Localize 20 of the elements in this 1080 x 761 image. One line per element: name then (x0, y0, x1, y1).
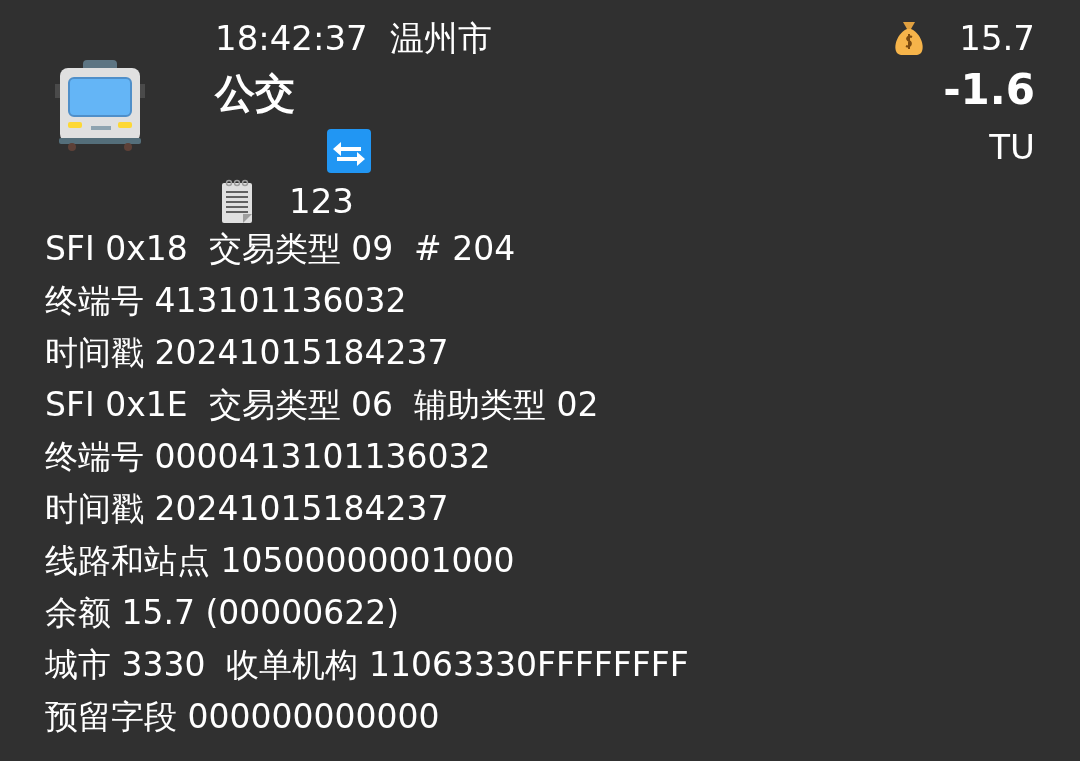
balance-text: 15.7 (959, 17, 1035, 59)
record-line: 时间戳 20241015184237 (45, 331, 449, 374)
record-line: SFI 0x1E 交易类型 06 辅助类型 02 (45, 383, 599, 426)
type-code-text: TU (989, 126, 1035, 168)
record-line: 终端号 0000413101136032 (45, 435, 491, 478)
repeat-arrows-icon (327, 129, 371, 173)
record-line: 终端号 413101136032 (45, 279, 407, 322)
record-line: 余额 15.7 (00000622) (45, 591, 400, 634)
record-line: 预留字段 000000000000 (45, 695, 440, 738)
notepad-icon (221, 179, 253, 223)
time-text: 18:42:37 (215, 17, 368, 59)
record-line: 时间戳 20241015184237 (45, 487, 449, 530)
record-line: SFI 0x18 交易类型 09 # 204 (45, 227, 516, 270)
amount-text: -1.6 (943, 64, 1035, 116)
record-line: 城市 3330 收单机构 11063330FFFFFFFF (45, 643, 689, 686)
record-line: 线路和站点 10500000001000 (45, 539, 515, 582)
record-count: 123 (289, 180, 354, 222)
card-title: 公交 (215, 69, 295, 117)
city-text: 温州市 (389, 17, 492, 59)
bus-icon (55, 60, 145, 152)
